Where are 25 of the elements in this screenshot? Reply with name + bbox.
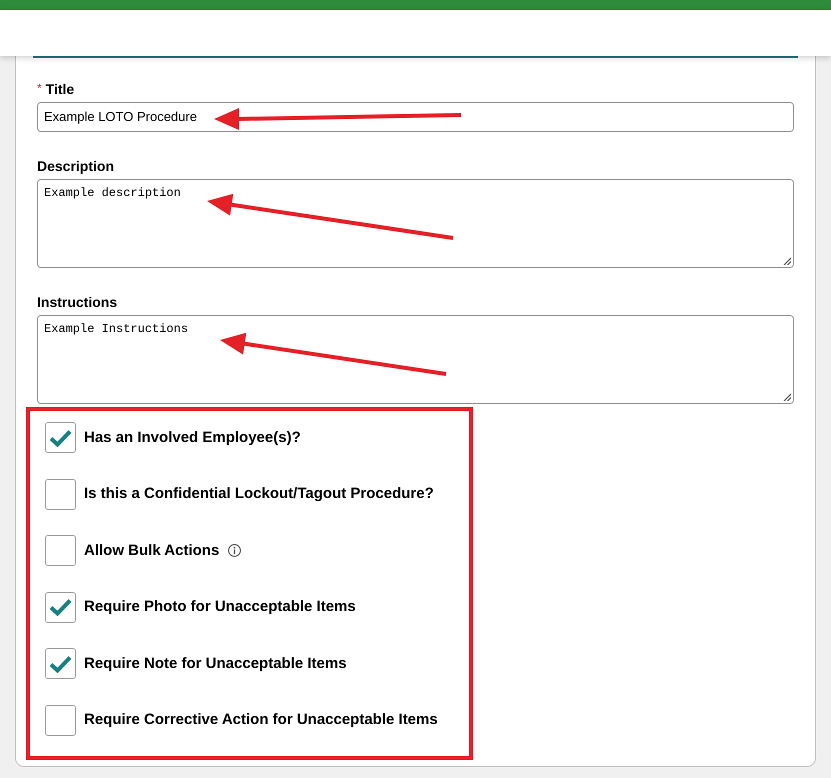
- required-mark: *: [37, 82, 42, 94]
- checkmark-icon: [49, 428, 72, 446]
- checkbox-label: Require Photo for Unacceptable Items: [84, 598, 356, 616]
- checkbox-label: Require Corrective Action for Unacceptable Items: [84, 711, 438, 730]
- checkbox[interactable]: [45, 704, 76, 736]
- text-area[interactable]: Example description: [37, 179, 794, 268]
- field-label: Title: [46, 81, 74, 97]
- checkbox[interactable]: [45, 592, 76, 623]
- checkbox[interactable]: [45, 478, 76, 510]
- resize-grip-icon[interactable]: [783, 257, 791, 265]
- field-label: Description: [37, 158, 114, 174]
- checkbox[interactable]: [45, 535, 76, 566]
- checkbox-label: Require Note for Unacceptable Items: [84, 654, 347, 673]
- checkmark-icon: [49, 654, 72, 673]
- resize-grip-icon[interactable]: [783, 393, 791, 401]
- checkbox-label: Allow Bulk Actions: [84, 542, 220, 560]
- text-input[interactable]: Example LOTO Procedure: [37, 102, 794, 132]
- info-icon[interactable]: [228, 544, 242, 558]
- field-label: Instructions: [37, 294, 118, 310]
- text-area[interactable]: Example Instructions: [37, 315, 794, 404]
- checkbox-label: Is this a Confidential Lockout/Tagout Procedure?: [84, 485, 434, 504]
- checkbox[interactable]: [45, 422, 76, 453]
- checkmark-icon: [49, 598, 72, 616]
- checkbox-label: Has an Involved Employee(s)?: [84, 428, 301, 446]
- checkbox[interactable]: [45, 648, 76, 680]
